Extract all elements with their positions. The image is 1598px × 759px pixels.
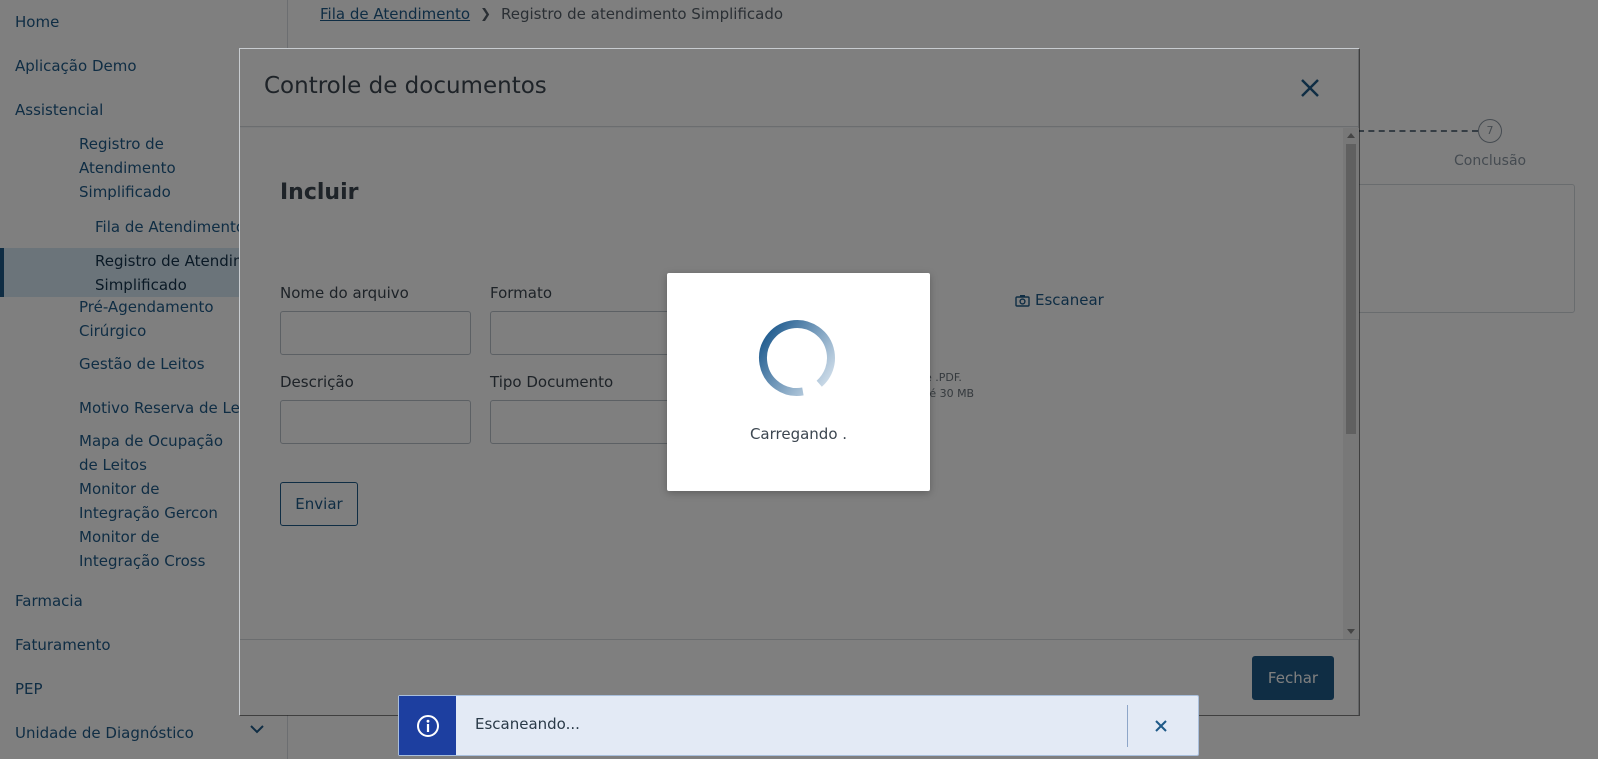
toast-icon-container [399, 696, 456, 755]
info-icon [416, 714, 439, 737]
loading-spinner-icon [759, 320, 835, 396]
toast-message: Escaneando... [475, 715, 580, 733]
toast-divider [1127, 705, 1128, 747]
scanning-toast: Escaneando... [398, 695, 1199, 756]
close-icon[interactable] [1153, 718, 1169, 734]
loading-text: Carregando . [749, 425, 848, 443]
loading-dialog: Carregando . [667, 273, 930, 491]
